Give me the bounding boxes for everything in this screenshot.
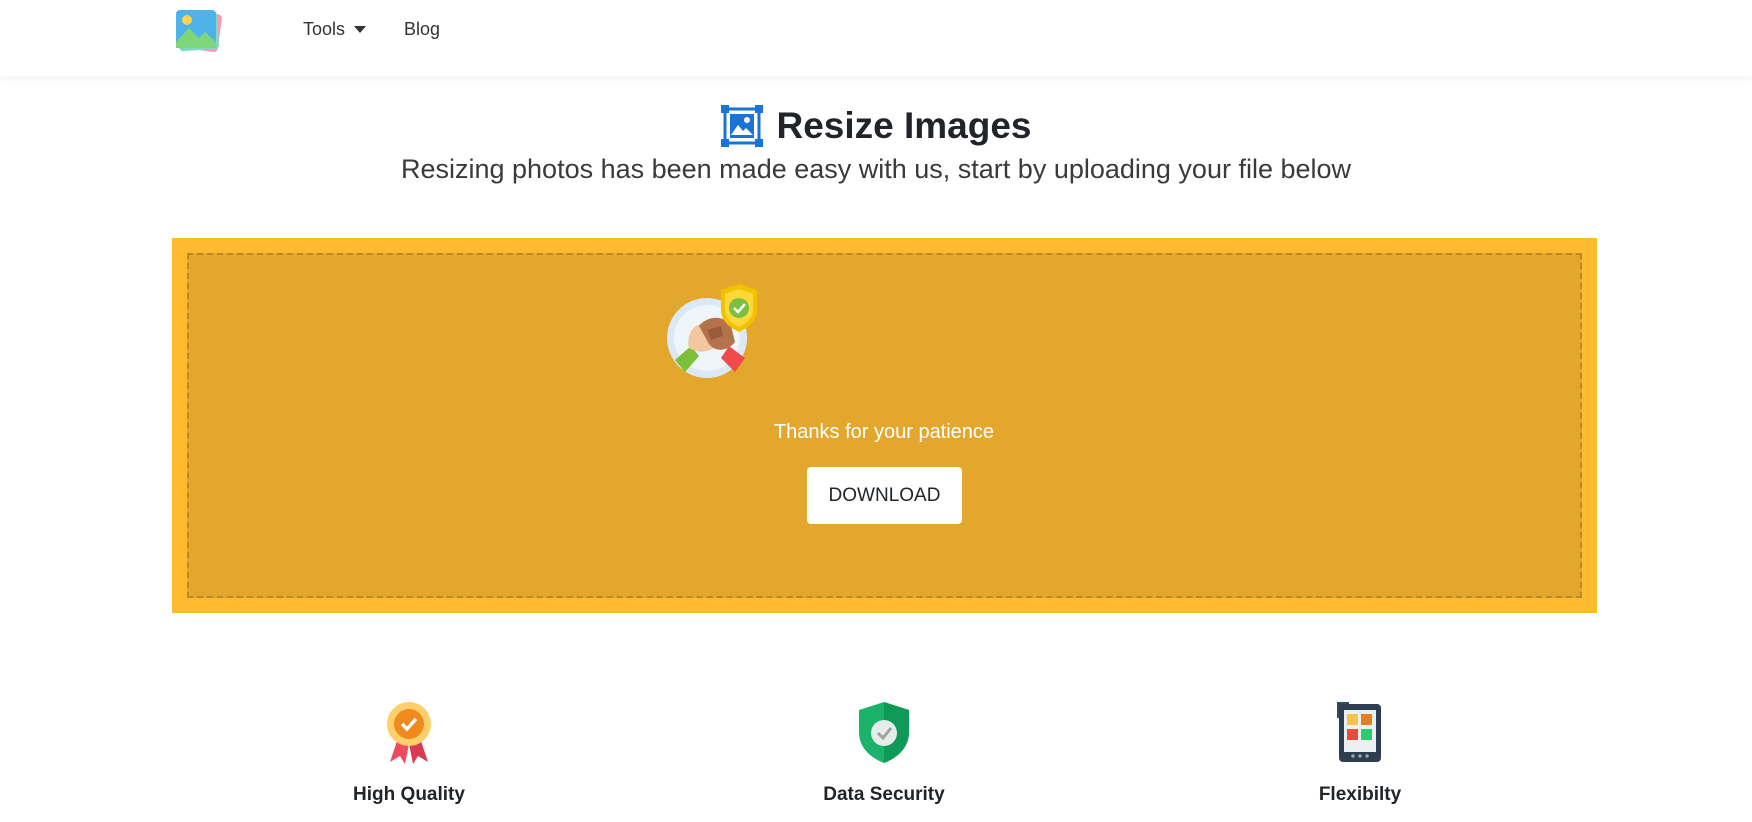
- feature-data-security: Data Security: [734, 700, 1034, 806]
- ribbon-badge-icon: [387, 702, 431, 764]
- feature-label: Flexibilty: [1318, 784, 1402, 805]
- shield-check-icon: [859, 702, 909, 763]
- feature-label: Data Security: [823, 784, 945, 805]
- download-button[interactable]: DOWNLOAD: [807, 467, 962, 524]
- nav-tools-dropdown[interactable]: Tools: [303, 18, 367, 39]
- page-subtitle: Resizing photos has been made easy with …: [400, 154, 1352, 184]
- caret-down-icon: [354, 25, 367, 33]
- feature-label: High Quality: [353, 784, 465, 805]
- resize-image-icon: [721, 105, 764, 147]
- feature-flexibility: Flexibilty: [1210, 700, 1510, 806]
- photo-stack-logo-icon[interactable]: [172, 6, 226, 56]
- tablet-grid-icon: [1337, 702, 1381, 762]
- feature-high-quality: High Quality: [259, 700, 559, 806]
- top-navbar: Tools Blog: [0, 0, 1752, 76]
- page-header: Resize Images: [0, 104, 1752, 148]
- thanks-message: Thanks for your patience: [773, 421, 995, 443]
- nav-tools-label: Tools: [303, 18, 346, 39]
- handshake-shield-illustration: [667, 284, 757, 378]
- page-title: Resize Images: [776, 105, 1032, 146]
- nav-blog-link[interactable]: Blog: [404, 19, 440, 39]
